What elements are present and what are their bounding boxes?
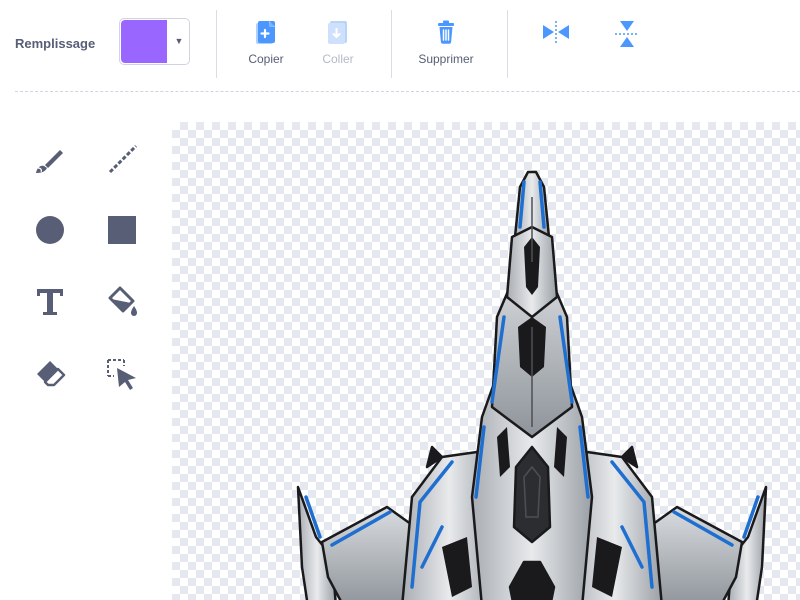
paste-label: Coller bbox=[322, 52, 354, 66]
copy-button[interactable]: Copier bbox=[238, 18, 294, 74]
brush-tool[interactable] bbox=[30, 140, 70, 180]
fill-color-picker[interactable]: ▼ bbox=[119, 18, 190, 65]
flip-horizontal-icon bbox=[543, 21, 569, 43]
divider bbox=[507, 10, 508, 78]
text-tool[interactable] bbox=[30, 282, 70, 322]
divider bbox=[391, 10, 392, 78]
flip-vertical-button[interactable] bbox=[609, 18, 645, 74]
delete-label: Supprimer bbox=[418, 52, 474, 66]
chevron-down-icon[interactable]: ▼ bbox=[172, 33, 186, 49]
select-icon bbox=[107, 359, 136, 390]
copy-label: Copier bbox=[248, 52, 284, 66]
toolbar-divider bbox=[15, 91, 800, 92]
circle-icon bbox=[36, 216, 64, 244]
paint-toolbar: Remplissage ▼ Copier Coller Supprimer bbox=[0, 0, 800, 92]
drawing-canvas[interactable] bbox=[172, 122, 800, 600]
line-tool[interactable] bbox=[102, 140, 142, 180]
circle-tool[interactable] bbox=[30, 210, 70, 250]
divider bbox=[216, 10, 217, 78]
brush-icon bbox=[36, 150, 63, 173]
fill-color-swatch[interactable] bbox=[121, 20, 167, 63]
eraser-tool[interactable] bbox=[30, 354, 70, 394]
paste-button[interactable]: Coller bbox=[310, 18, 366, 74]
trash-icon bbox=[438, 20, 454, 44]
rectangle-icon bbox=[108, 216, 136, 244]
fill-bucket-icon bbox=[108, 286, 137, 316]
fill-tool[interactable] bbox=[102, 282, 142, 322]
select-tool[interactable] bbox=[102, 354, 142, 394]
copy-icon bbox=[256, 21, 275, 44]
spaceship-costume bbox=[296, 170, 768, 600]
rectangle-tool[interactable] bbox=[102, 210, 142, 250]
flip-horizontal-button[interactable] bbox=[538, 18, 574, 74]
line-icon bbox=[108, 144, 138, 174]
fill-label: Remplissage bbox=[15, 36, 96, 51]
flip-vertical-icon bbox=[615, 21, 639, 47]
delete-button[interactable]: Supprimer bbox=[408, 18, 484, 74]
paste-icon bbox=[328, 21, 347, 44]
eraser-icon bbox=[37, 361, 66, 387]
text-icon bbox=[37, 289, 63, 315]
